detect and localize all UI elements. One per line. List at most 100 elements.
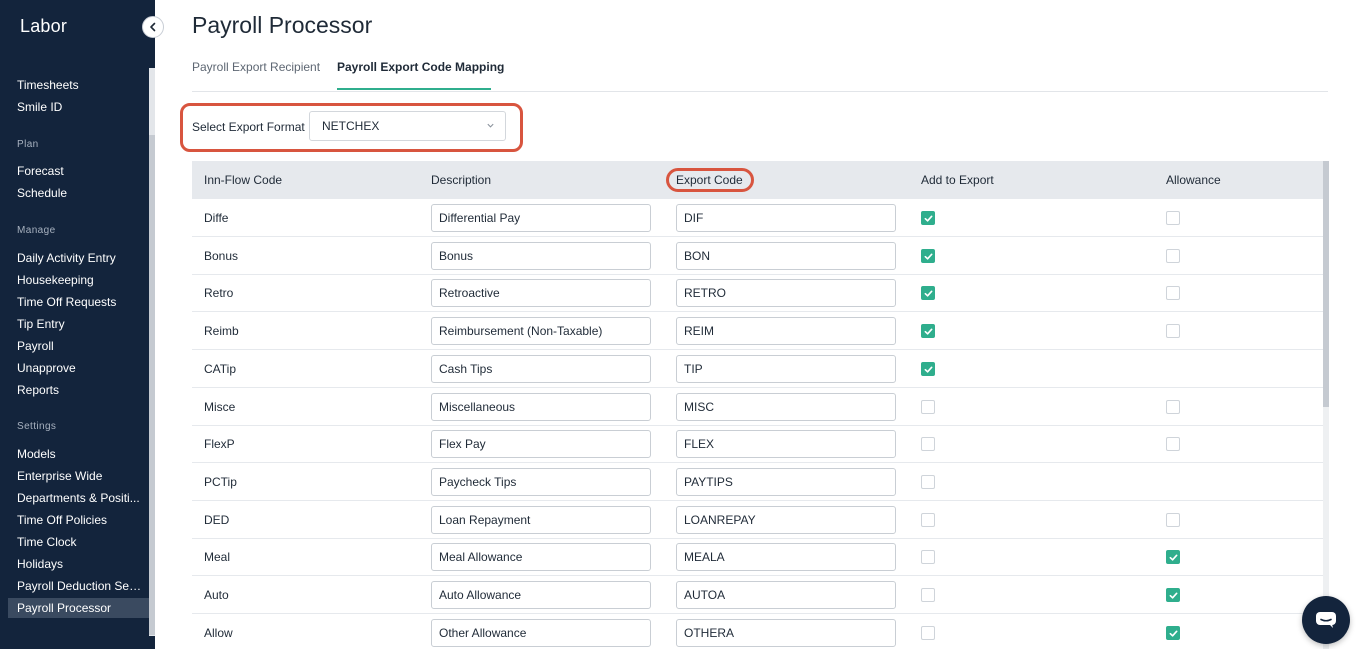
sidebar-item-time-off-policies[interactable]: Time Off Policies: [17, 513, 142, 527]
allowance-checkbox[interactable]: [1166, 399, 1180, 414]
sidebar-item-smile-id[interactable]: Smile ID: [17, 100, 142, 114]
allowance-checkbox[interactable]: [1166, 550, 1180, 565]
add-to-export-checkbox[interactable]: [921, 625, 935, 640]
sidebar-item-holidays[interactable]: Holidays: [17, 557, 142, 571]
check-icon: [1169, 630, 1178, 637]
add-to-export-checkbox[interactable]: [921, 399, 935, 414]
header-add-to-export: Add to Export: [921, 173, 994, 187]
sidebar-item-enterprise-wide[interactable]: Enterprise Wide: [17, 469, 142, 483]
add-to-export-checkbox[interactable]: [921, 512, 935, 527]
add-to-export-checkbox[interactable]: [921, 324, 935, 339]
allowance-checkbox[interactable]: [1166, 211, 1180, 225]
inn-flow-code-cell: Auto: [204, 588, 229, 602]
sidebar-item-forecast[interactable]: Forecast: [17, 164, 142, 178]
sidebar-item-payroll-processor[interactable]: Payroll Processor: [8, 598, 149, 618]
export-code-input[interactable]: [676, 618, 896, 647]
collapse-sidebar-button[interactable]: [142, 16, 164, 38]
check-icon: [1169, 554, 1178, 561]
sidebar-item-unapprove[interactable]: Unapprove: [17, 361, 142, 375]
sidebar-item-housekeeping[interactable]: Housekeeping: [17, 273, 142, 287]
table-row: Auto: [192, 576, 1323, 614]
description-input[interactable]: [431, 279, 651, 308]
sidebar-item-payroll[interactable]: Payroll: [17, 339, 142, 353]
sidebar-item-timesheets[interactable]: Timesheets: [17, 78, 142, 92]
add-to-export-checkbox[interactable]: [921, 286, 935, 301]
description-input[interactable]: [431, 505, 651, 534]
add-to-export-checkbox[interactable]: [921, 361, 935, 376]
description-input[interactable]: [431, 467, 651, 496]
export-code-input[interactable]: [676, 279, 896, 308]
export-code-input[interactable]: [676, 354, 896, 383]
sidebar: Labor Timesheets Smile ID Plan Forecast …: [0, 0, 155, 649]
allowance-checkbox[interactable]: [1166, 437, 1180, 452]
export-code-input[interactable]: [676, 430, 896, 459]
sidebar-item-time-off-requests[interactable]: Time Off Requests: [17, 295, 142, 309]
tab-payroll-export-recipient[interactable]: Payroll Export Recipient: [192, 60, 320, 74]
sidebar-item-departments-positions[interactable]: Departments & Positi...: [17, 491, 142, 505]
export-code-input[interactable]: [676, 467, 896, 496]
description-input[interactable]: [431, 392, 651, 421]
allowance-checkbox[interactable]: [1166, 625, 1180, 640]
sidebar-item-time-clock[interactable]: Time Clock: [17, 535, 142, 549]
description-input[interactable]: [431, 241, 651, 270]
table-row: Meal: [192, 538, 1323, 577]
export-code-input[interactable]: [676, 204, 896, 232]
header-inn-flow-code: Inn-Flow Code: [204, 173, 283, 187]
description-input[interactable]: [431, 430, 651, 459]
description-input[interactable]: [431, 317, 651, 346]
table-row: Misce: [192, 388, 1323, 426]
add-to-export-checkbox[interactable]: [921, 550, 935, 565]
inn-flow-code-cell: DED: [204, 512, 230, 527]
allowance-checkbox[interactable]: [1166, 286, 1180, 301]
allowance-checkbox[interactable]: [1166, 512, 1180, 527]
export-code-input[interactable]: [676, 392, 896, 421]
export-code-highlight: [666, 168, 754, 192]
export-format-select[interactable]: NETCHEX: [309, 111, 506, 141]
allowance-checkbox[interactable]: [1166, 588, 1180, 602]
add-to-export-checkbox[interactable]: [921, 588, 935, 602]
add-to-export-checkbox[interactable]: [921, 211, 935, 225]
sidebar-item-daily-activity-entry[interactable]: Daily Activity Entry: [17, 251, 142, 265]
add-to-export-checkbox[interactable]: [921, 474, 935, 489]
export-code-input[interactable]: [676, 317, 896, 346]
tabs-divider: [192, 91, 1328, 92]
allowance-checkbox[interactable]: [1166, 324, 1180, 339]
tab-payroll-export-code-mapping[interactable]: Payroll Export Code Mapping: [337, 60, 504, 74]
description-input[interactable]: [431, 204, 651, 232]
inn-flow-code-cell: Diffe: [204, 211, 229, 225]
sidebar-item-reports[interactable]: Reports: [17, 383, 142, 397]
chevron-down-icon: [487, 123, 494, 128]
chat-button[interactable]: [1302, 596, 1350, 644]
inn-flow-code-cell: Retro: [204, 286, 234, 301]
description-input[interactable]: [431, 354, 651, 383]
inn-flow-code-cell: CATip: [204, 361, 237, 376]
sidebar-item-payroll-deduction-settings[interactable]: Payroll Deduction Sett...: [17, 579, 142, 593]
export-code-input[interactable]: [676, 543, 896, 572]
sidebar-section-settings: Settings: [17, 421, 57, 432]
check-icon: [924, 253, 933, 260]
brand-title: Labor: [20, 16, 68, 36]
export-code-input[interactable]: [676, 241, 896, 270]
sidebar-scrollbar-thumb[interactable]: [149, 135, 155, 635]
chevron-left-icon: [150, 22, 156, 32]
allowance-checkbox[interactable]: [1166, 248, 1180, 263]
export-code-input[interactable]: [676, 581, 896, 609]
export-format-label: Select Export Format: [192, 120, 305, 134]
sidebar-item-tip-entry[interactable]: Tip Entry: [17, 317, 142, 331]
description-input[interactable]: [431, 581, 651, 609]
add-to-export-checkbox[interactable]: [921, 248, 935, 263]
table-row: Diffe: [192, 199, 1323, 237]
active-tab-indicator: [337, 88, 491, 90]
description-input[interactable]: [431, 543, 651, 572]
description-input[interactable]: [431, 618, 651, 647]
add-to-export-checkbox[interactable]: [921, 437, 935, 452]
check-icon: [924, 328, 933, 335]
export-code-input[interactable]: [676, 505, 896, 534]
inn-flow-code-cell: FlexP: [204, 437, 235, 452]
sidebar-item-schedule[interactable]: Schedule: [17, 186, 142, 200]
sidebar-item-models[interactable]: Models: [17, 447, 142, 461]
main-scrollbar-thumb[interactable]: [1323, 161, 1329, 407]
table-row: CATip: [192, 350, 1323, 388]
table-row: Reimb: [192, 312, 1323, 351]
header-description: Description: [431, 173, 492, 187]
